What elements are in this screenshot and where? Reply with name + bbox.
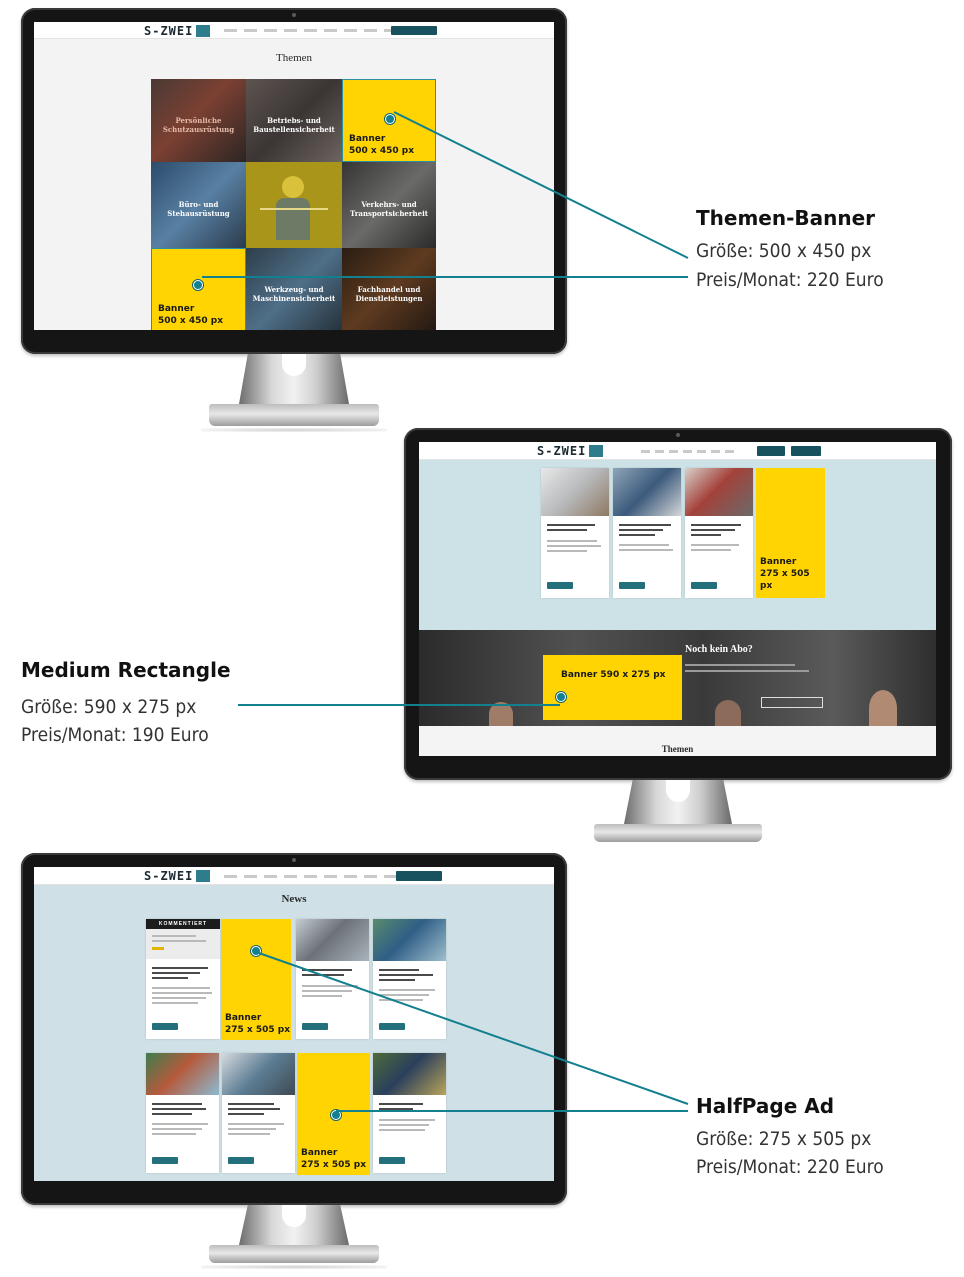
promo-title: Noch kein Abo? xyxy=(685,644,753,655)
halfpage-banner-home[interactable]: Banner 275 x 505 px xyxy=(756,468,825,598)
section-title: Themen xyxy=(661,744,694,754)
tile-werkzeug: Werkzeug- und Maschinensicherheit xyxy=(246,248,342,330)
kommentiert-tag: KOMMENTIERT xyxy=(146,919,220,929)
monitor-screen: S-ZWEI News KOMMENTIERT Banner 275 x 505 … xyxy=(34,867,554,1181)
monitor-screen: S-ZWEI Banner 275 x 505 px Noch kein Abo… xyxy=(419,442,936,756)
callout-price-halfpage: Preis/Monat: 220 Euro xyxy=(696,1156,884,1178)
callout-size-halfpage: Größe: 275 x 505 px xyxy=(696,1128,872,1150)
pointer-dot xyxy=(331,1110,341,1120)
news-card xyxy=(296,919,369,1039)
monitor-shadow xyxy=(201,1265,387,1269)
camera-dot xyxy=(292,13,296,17)
callout-price-themen: Preis/Monat: 220 Euro xyxy=(696,269,884,291)
nav-links xyxy=(224,875,417,878)
camera-dot xyxy=(292,858,296,862)
monitor-news: S-ZWEI News KOMMENTIERT Banner 275 x 505 … xyxy=(21,853,567,1271)
site-logo: S-ZWEI xyxy=(144,869,211,883)
kommentar-card: KOMMENTIERT xyxy=(146,919,220,1039)
callout-title-themen: Themen-Banner xyxy=(696,206,876,230)
callout-size-medium: Größe: 590 x 275 px xyxy=(21,696,197,718)
news-card xyxy=(146,1053,219,1173)
news-card xyxy=(373,919,446,1039)
pointer-dot xyxy=(556,692,566,702)
tile-baustelle: Betriebs- und Baustellensicherheit xyxy=(246,79,342,162)
pointer-dot xyxy=(251,946,261,956)
callout-size-themen: Größe: 500 x 450 px xyxy=(696,240,872,262)
monitor-home: S-ZWEI Banner 275 x 505 px Noch kein Abo… xyxy=(404,428,952,848)
themen-section: Themen xyxy=(419,726,936,756)
monitor-base xyxy=(209,1245,379,1263)
site-navbar: S-ZWEI xyxy=(34,22,554,39)
nav-cta-button xyxy=(396,871,442,881)
page-title: Themen xyxy=(275,52,313,64)
monitor-stand xyxy=(239,354,349,404)
tile-psa: Persönliche Schutzausrüstung xyxy=(151,79,246,162)
pointer-dot xyxy=(385,114,395,124)
tile-fachhandel: Fachhandel und Dienstleistungen xyxy=(342,248,436,330)
halfpage-banner-news-1[interactable]: Banner 275 x 505 px xyxy=(221,919,291,1040)
monitor-shadow xyxy=(201,428,387,432)
monitor-stand xyxy=(624,780,732,824)
news-card xyxy=(613,468,681,598)
nav-button xyxy=(757,446,785,456)
site-navbar: S-ZWEI xyxy=(419,442,936,460)
monitor-bezel: S-ZWEI Banner 275 x 505 px Noch kein Abo… xyxy=(404,428,952,780)
callout-price-medium: Preis/Monat: 190 Euro xyxy=(21,724,209,746)
news-card xyxy=(373,1053,446,1173)
monitor-base xyxy=(209,404,379,426)
camera-dot xyxy=(676,433,680,437)
nav-button xyxy=(791,446,821,456)
tile-achtung xyxy=(246,162,342,248)
news-card xyxy=(541,468,609,598)
monitor-base xyxy=(594,824,762,842)
nav-links xyxy=(224,29,397,32)
promo-button xyxy=(761,697,823,708)
news-card xyxy=(685,468,753,598)
callout-title-halfpage: HalfPage Ad xyxy=(696,1094,835,1118)
nav-links xyxy=(641,450,734,453)
pointer-dot xyxy=(193,280,203,290)
site-navbar: S-ZWEI xyxy=(34,867,554,885)
monitor-stand xyxy=(239,1205,349,1245)
site-logo: S-ZWEI xyxy=(537,444,604,458)
nav-cta-button xyxy=(391,26,437,35)
monitor-screen: S-ZWEI Themen Persönliche Schutzausrüstu… xyxy=(34,22,554,330)
monitor-themen: S-ZWEI Themen Persönliche Schutzausrüstu… xyxy=(21,8,567,438)
tile-buero: Büro- und Stehausrüstung xyxy=(151,162,246,248)
callout-title-medium: Medium Rectangle xyxy=(21,658,231,682)
monitor-bezel: S-ZWEI News KOMMENTIERT Banner 275 x 505 … xyxy=(21,853,567,1205)
medium-rectangle-banner[interactable]: Banner 590 x 275 px xyxy=(543,655,682,720)
tile-verkehr: Verkehrs- und Transportsicherheit xyxy=(342,162,436,248)
news-card xyxy=(222,1053,295,1173)
site-logo: S-ZWEI xyxy=(144,24,211,38)
monitor-bezel: S-ZWEI Themen Persönliche Schutzausrüstu… xyxy=(21,8,567,354)
page-title: News xyxy=(281,893,307,905)
